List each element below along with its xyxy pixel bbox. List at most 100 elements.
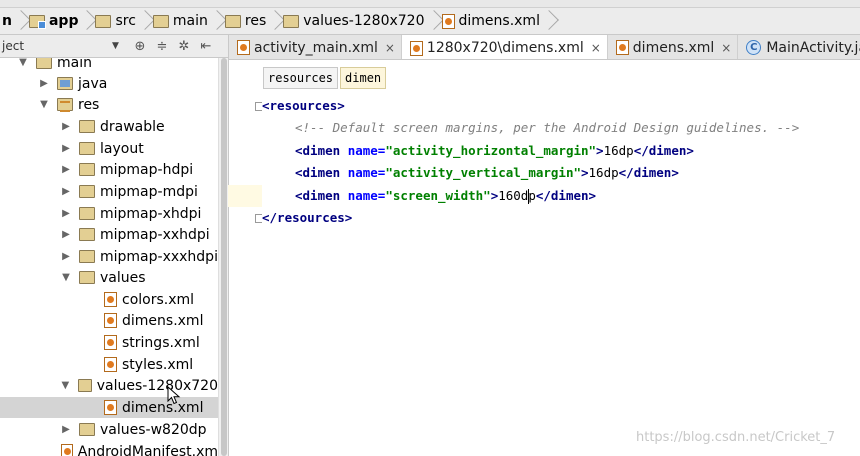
breadcrumb-main[interactable]: main	[151, 8, 212, 34]
main-toolbar-strip	[0, 0, 860, 8]
folder-icon	[79, 271, 95, 284]
tree-item-layout[interactable]: ▶ layout	[0, 138, 218, 159]
close-icon[interactable]: ×	[385, 41, 395, 55]
xml-tag: <dimen	[295, 165, 348, 180]
chevron-right-icon[interactable]: ▶	[61, 229, 71, 240]
xml-file-icon	[104, 313, 117, 328]
xml-attribute: name=	[347, 143, 386, 158]
chevron-down-icon[interactable]: ▼	[18, 58, 28, 68]
folder-icon	[79, 120, 95, 133]
breadcrumb-dimens-xml[interactable]: dimens.xml	[440, 8, 544, 34]
scroll-from-source-icon[interactable]: ⊕	[132, 38, 148, 54]
code-editor[interactable]: <resources> <!-- Default screen margins,…	[262, 95, 860, 456]
tree-item-mipmap-xxhdpi[interactable]: ▶ mipmap-xxhdpi	[0, 224, 218, 245]
xml-crumb-dimen[interactable]: dimen	[340, 66, 387, 89]
chevron-down-icon[interactable]: ▼	[61, 380, 70, 391]
breadcrumb-separator	[16, 8, 24, 34]
xml-file-icon	[104, 357, 117, 372]
xml-file-icon	[104, 292, 117, 307]
tab-dimens-xml[interactable]: dimens.xml ×	[608, 35, 739, 59]
xml-text: 16dp	[588, 165, 619, 180]
xml-tag: >	[581, 165, 589, 180]
tab-activity-main-xml[interactable]: activity_main.xml ×	[229, 35, 402, 59]
tree-item-strings-xml[interactable]: strings.xml	[0, 332, 218, 353]
close-icon[interactable]: ×	[591, 41, 601, 55]
folder-icon	[36, 58, 52, 69]
breadcrumb-separator	[140, 8, 148, 34]
xml-tag: <dimen	[295, 188, 348, 203]
gear-icon[interactable]: ✲	[176, 38, 192, 54]
tree-item-mipmap-mdpi[interactable]: ▶ mipmap-mdpi	[0, 181, 218, 202]
tree-item-label: mipmap-xhdpi	[100, 205, 202, 222]
collapse-all-icon[interactable]: ≑	[154, 38, 170, 54]
breadcrumb-label: dimens.xml	[458, 13, 540, 29]
breadcrumb-app[interactable]: app	[27, 8, 83, 34]
chevron-right-icon[interactable]: ▶	[61, 424, 71, 435]
chevron-right-icon[interactable]: ▶	[61, 251, 71, 262]
xml-attribute: name=	[347, 188, 386, 203]
xml-crumb-resources[interactable]: resources	[263, 66, 339, 89]
breadcrumb-res[interactable]: res	[223, 8, 270, 34]
hide-panel-icon[interactable]: ⇤	[198, 38, 214, 54]
xml-tag: </resources>	[262, 210, 353, 225]
navigation-bar: n app src main res values-1280x720 dimen…	[0, 8, 860, 35]
tree-item-values-1280x720[interactable]: ▼ values-1280x720	[0, 375, 218, 396]
tree-item-colors-xml[interactable]: colors.xml	[0, 289, 218, 310]
tree-item-mipmap-xxxhdpi[interactable]: ▶ mipmap-xxxhdpi	[0, 246, 218, 267]
tree-scrollbar[interactable]	[218, 58, 228, 456]
xml-text: 16dp	[603, 143, 634, 158]
tree-item-mipmap-hdpi[interactable]: ▶ mipmap-hdpi	[0, 159, 218, 180]
breadcrumb-separator	[82, 8, 90, 34]
breadcrumb-src[interactable]: src	[93, 8, 139, 34]
chevron-right-icon[interactable]: ▶	[61, 121, 71, 132]
breadcrumb-separator	[544, 8, 552, 34]
xml-tag: </dimen>	[535, 188, 597, 203]
chevron-right-icon[interactable]: ▶	[61, 143, 71, 154]
tab-label: MainActivity.java	[766, 39, 860, 56]
xml-file-icon	[104, 400, 117, 415]
tree-item-label: colors.xml	[122, 291, 195, 308]
tree-item-main[interactable]: ▼ main	[0, 58, 218, 73]
tree-item-res[interactable]: ▼ res	[0, 94, 218, 115]
chevron-right-icon[interactable]: ▶	[39, 78, 49, 89]
watermark: https://blog.csdn.net/Cricket_7	[636, 430, 836, 445]
tree-item-java[interactable]: ▶ java	[0, 73, 218, 94]
tree-item-drawable[interactable]: ▶ drawable	[0, 116, 218, 137]
chevron-right-icon[interactable]: ▶	[61, 186, 71, 197]
project-tree: ▼ main ▶ java ▼ res ▶ drawable ▶ layout ▶ mipm…	[0, 58, 218, 456]
tree-scrollbar-thumb[interactable]	[221, 58, 227, 456]
project-view-selector[interactable]: ject	[0, 39, 112, 53]
tree-item-label: mipmap-mdpi	[100, 183, 198, 200]
tree-item-dimens-xml-selected[interactable]: dimens.xml	[0, 397, 218, 418]
chevron-down-icon[interactable]: ▼	[61, 272, 71, 283]
project-panel-header: ject ▼ ⊕ ≑ ✲ ⇤	[0, 35, 228, 58]
tree-item-dimens-xml[interactable]: dimens.xml	[0, 310, 218, 331]
tree-item-android-manifest[interactable]: AndroidManifest.xm	[0, 441, 218, 456]
code-line-5: <dimen name="screen_width">160dp</dimen>	[295, 185, 596, 207]
xml-attribute-value: "activity_vertical_margin"	[385, 165, 581, 180]
tree-item-values[interactable]: ▼ values	[0, 267, 218, 288]
mouse-pointer-icon	[167, 386, 181, 405]
tree-item-label: mipmap-xxhdpi	[100, 226, 210, 243]
module-folder-icon	[28, 14, 46, 29]
xml-tag: <resources>	[262, 98, 345, 113]
java-class-icon: C	[746, 40, 762, 55]
xml-file-icon	[615, 40, 629, 55]
breadcrumb-values-1280x720[interactable]: values-1280x720	[281, 8, 428, 34]
chevron-down-icon[interactable]: ▼	[112, 41, 122, 51]
tab-1280x720-dimens-xml[interactable]: 1280x720\dimens.xml ×	[401, 35, 608, 59]
breadcrumb-label: res	[244, 13, 267, 29]
chevron-right-icon[interactable]: ▶	[61, 208, 71, 219]
tree-item-styles-xml[interactable]: styles.xml	[0, 354, 218, 375]
xml-attribute-value: "screen_width"	[385, 188, 491, 203]
tab-main-activity-java[interactable]: C MainActivity.java	[738, 35, 860, 59]
tree-item-mipmap-xhdpi[interactable]: ▶ mipmap-xhdpi	[0, 203, 218, 224]
close-icon[interactable]: ×	[721, 41, 731, 55]
chevron-right-icon[interactable]: ▶	[61, 164, 71, 175]
tree-item-label: mipmap-xxxhdpi	[100, 248, 218, 265]
tree-item-label: styles.xml	[122, 356, 194, 373]
tree-item-values-w820dp[interactable]: ▶ values-w820dp	[0, 419, 218, 440]
chevron-down-icon[interactable]: ▼	[39, 99, 49, 110]
tab-label: activity_main.xml	[254, 39, 378, 56]
xml-attribute: name=	[347, 165, 386, 180]
